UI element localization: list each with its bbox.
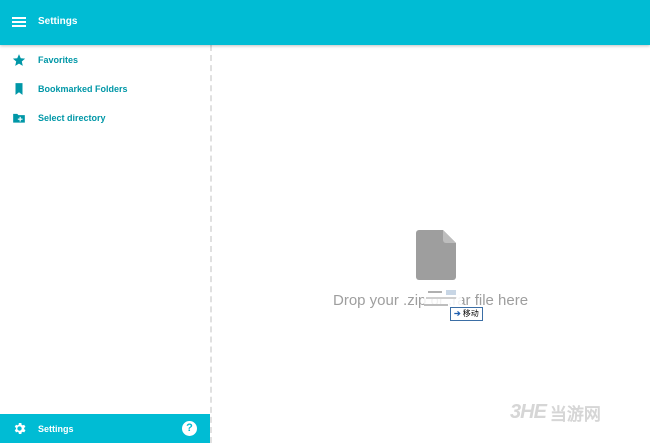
- drag-move-tooltip: ➔ 移动: [450, 307, 483, 321]
- gear-icon[interactable]: [12, 421, 27, 436]
- bookmark-icon: [15, 83, 23, 95]
- sidebar-item-label: Favorites: [38, 55, 79, 65]
- watermark-text: 当游网: [549, 405, 601, 424]
- app-header: Settings: [0, 0, 650, 45]
- drag-ghost-thumb: [446, 290, 456, 295]
- header-title: Settings: [38, 16, 78, 27]
- folder-add-icon: [13, 113, 25, 123]
- drag-ghost-line: [428, 291, 442, 293]
- sidebar-item-label: Bookmarked Folders: [38, 84, 128, 94]
- sidebar: Favorites Bookmarked Folders Select dire…: [0, 45, 210, 443]
- sidebar-item-select-directory[interactable]: Select directory: [0, 104, 210, 132]
- move-arrow-icon: ➔: [454, 309, 461, 318]
- sidebar-item-favorites[interactable]: Favorites: [0, 46, 210, 74]
- star-icon: [12, 54, 26, 66]
- app-window: Settings Favorites Bookmarked Folders Se…: [0, 0, 650, 443]
- sidebar-item-label: Select directory: [38, 113, 106, 123]
- watermark-logo: 3HE: [510, 401, 547, 423]
- sidebar-footer: Settings ?: [0, 414, 210, 443]
- panel-divider[interactable]: [210, 45, 212, 443]
- settings-link[interactable]: Settings: [38, 423, 74, 435]
- hamburger-menu-icon[interactable]: [12, 15, 26, 29]
- drag-ghost-line: [426, 297, 456, 299]
- sidebar-item-bookmarked-folders[interactable]: Bookmarked Folders: [0, 75, 210, 103]
- move-tooltip-label: 移动: [462, 309, 479, 318]
- site-watermark: 3HE 当游网: [510, 400, 601, 424]
- help-icon[interactable]: ?: [182, 421, 197, 436]
- file-icon: [416, 230, 456, 280]
- drag-ghost-line: [424, 304, 448, 306]
